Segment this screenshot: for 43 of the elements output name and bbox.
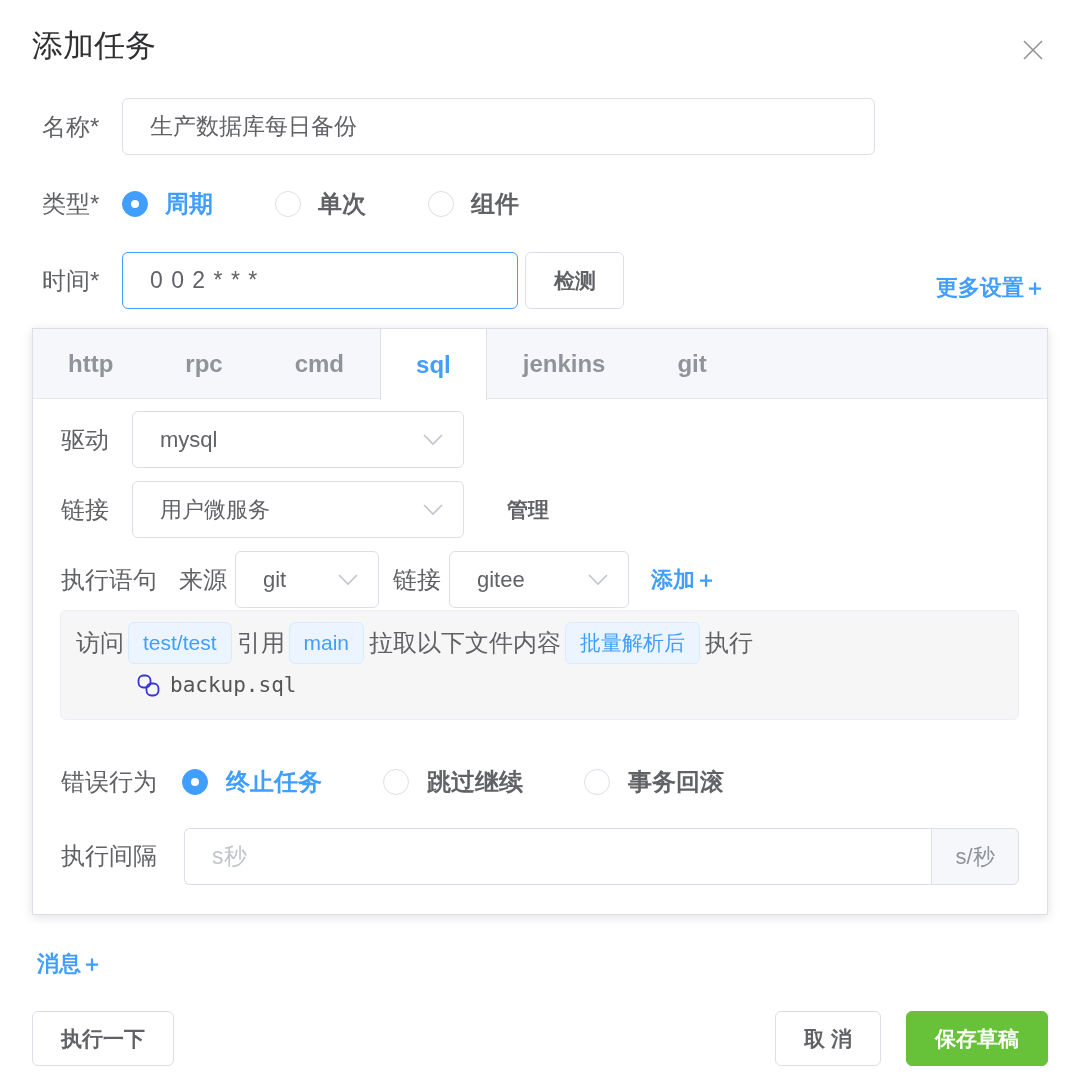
preview-tag: test/test xyxy=(128,622,232,664)
field-label: 执行语句 xyxy=(61,564,157,595)
driver-select[interactable]: mysql xyxy=(132,411,464,468)
radio-button[interactable] xyxy=(122,190,148,217)
radio-label[interactable]: 单次 xyxy=(318,185,366,222)
chevron-down-icon xyxy=(423,503,443,516)
cron-input[interactable]: 0 0 2 * * * xyxy=(122,252,518,309)
preview-text: 引用 xyxy=(236,628,285,658)
field-label: 来源 xyxy=(179,564,227,595)
field-label: 执行间隔 xyxy=(61,841,158,871)
link-icon xyxy=(137,674,160,698)
action-button[interactable]: 取 消 xyxy=(775,1011,881,1066)
field-label: 名称* xyxy=(41,111,101,142)
preview-text: 执行 xyxy=(705,628,754,658)
unit-addon: s/秒 xyxy=(931,827,1019,885)
close-icon[interactable] xyxy=(1023,40,1043,60)
repo-select[interactable]: gitee xyxy=(449,551,629,608)
chevron-down-icon xyxy=(338,573,358,586)
name-input[interactable]: 生产数据库每日备份 xyxy=(122,98,875,155)
action-button[interactable]: 执行一下 xyxy=(32,1011,174,1066)
field-label: 时间* xyxy=(41,265,101,296)
connection-select[interactable]: 用户微服务 xyxy=(132,481,464,538)
dialog-title: 添加任务 xyxy=(32,27,156,65)
radio-label[interactable]: 事务回滚 xyxy=(628,764,724,800)
radio-label[interactable]: 组件 xyxy=(471,185,519,222)
preview-tag: main xyxy=(288,622,365,664)
field-label: 驱动 xyxy=(61,424,110,455)
field-label: 类型* xyxy=(41,188,101,219)
chevron-down-icon xyxy=(423,433,443,446)
check-button[interactable]: 检测 xyxy=(525,252,624,309)
radio-button[interactable] xyxy=(182,769,208,795)
radio-label[interactable]: 跳过继续 xyxy=(427,764,523,800)
field-label: 链接 xyxy=(61,494,110,525)
field-label: 链接 xyxy=(393,564,441,595)
preview-tag: 批量解析后 xyxy=(565,622,701,664)
manage-link[interactable]: 管理 xyxy=(507,493,549,526)
source-select[interactable]: git xyxy=(235,551,379,608)
file-name: backup.sql xyxy=(170,672,297,699)
chevron-down-icon xyxy=(588,573,608,586)
field-label: 错误行为 xyxy=(61,767,158,797)
preview-text: 访问 xyxy=(76,628,124,658)
preview-text: 拉取以下文件内容 xyxy=(369,628,562,658)
interval-input[interactable]: s秒 xyxy=(184,827,931,885)
